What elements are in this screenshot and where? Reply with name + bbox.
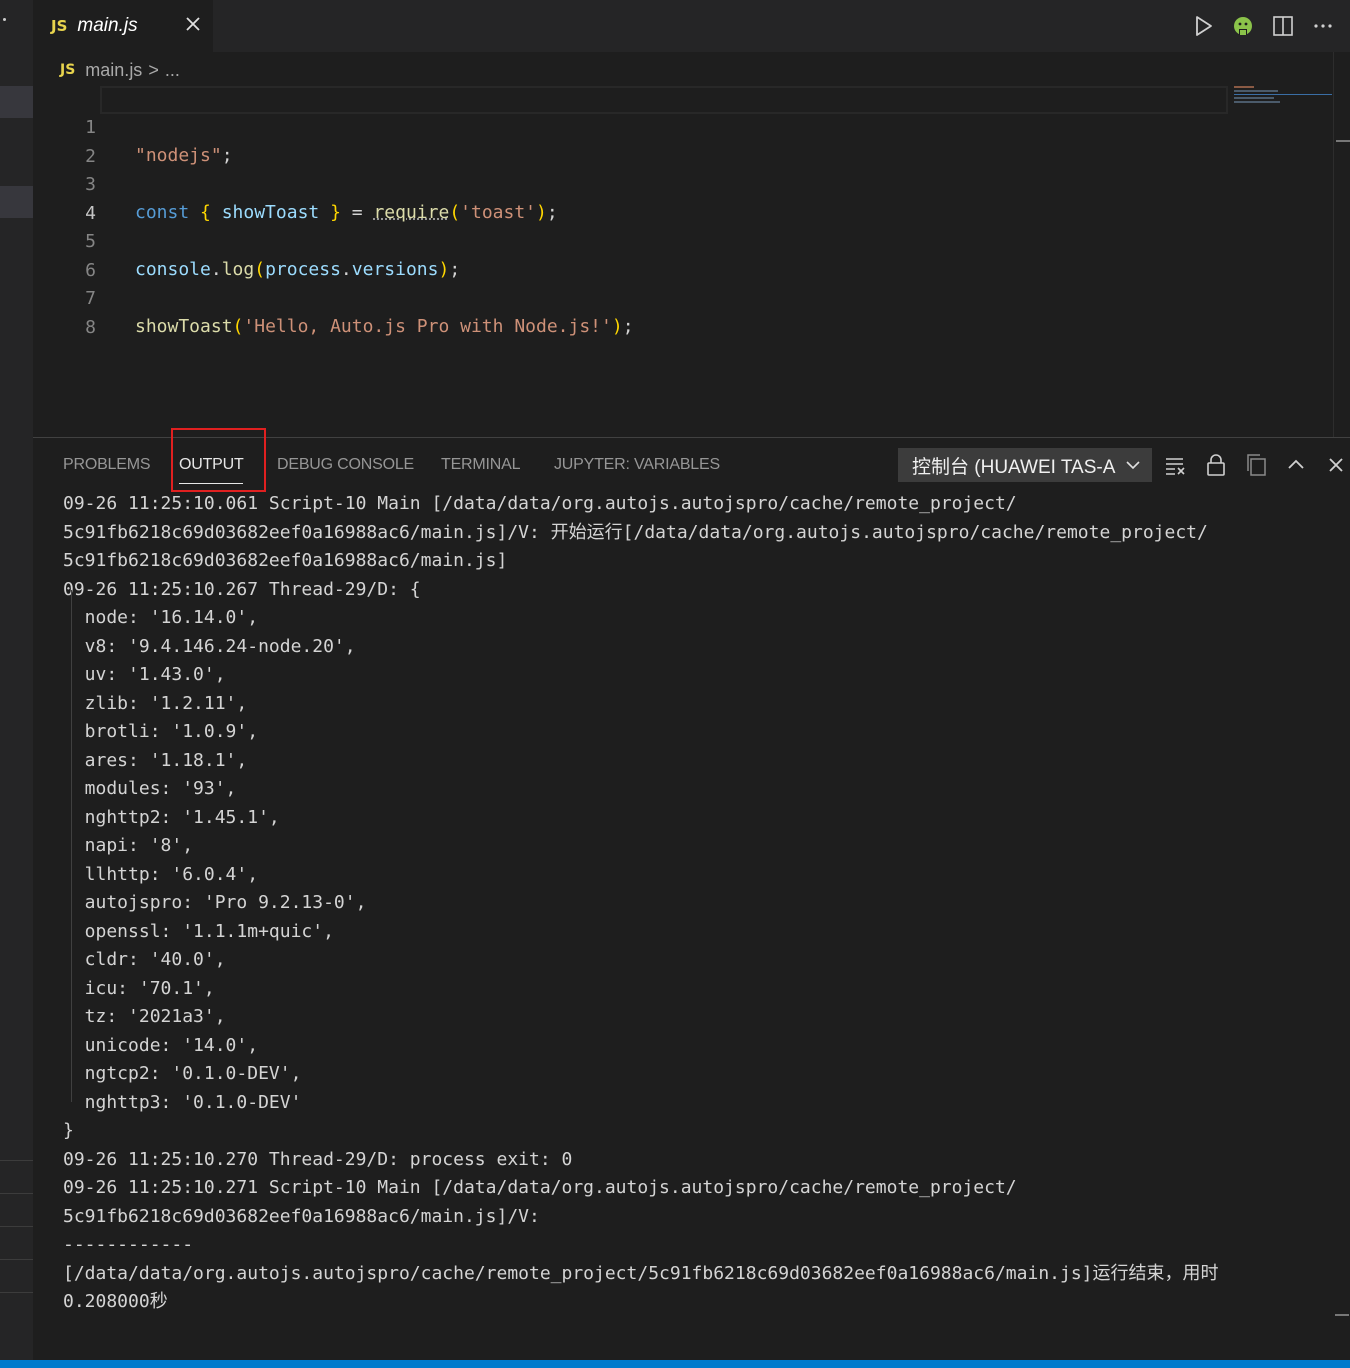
code-line: 7 showToast('Hello, Auto.js Pro with Nod… xyxy=(33,257,1233,337)
breadcrumb-separator: > xyxy=(148,59,159,80)
output-line: uv: '1.43.0', xyxy=(63,664,226,685)
breadcrumb-symbol[interactable]: ... xyxy=(165,60,180,81)
close-icon[interactable] xyxy=(181,12,205,36)
output-line: autojspro: 'Pro 9.2.13-0', xyxy=(63,892,367,913)
output-line: icu: '70.1', xyxy=(63,977,215,999)
js-file-icon: JS xyxy=(60,62,76,78)
sidebar-dot xyxy=(3,18,6,21)
output-line: nghttp2: '1.45.1', xyxy=(63,806,280,828)
tab-problems[interactable]: PROBLEMS xyxy=(63,456,151,474)
output-line: brotli: '1.0.9', xyxy=(63,721,259,742)
code-editor[interactable]: 1 "nodejs"; 2 3 const { showToast } = re… xyxy=(33,86,1333,436)
code-line: 8 xyxy=(33,286,1233,338)
panel-toolbar xyxy=(1163,452,1349,478)
output-line: napi: '8', xyxy=(63,835,194,856)
output-line: 09-26 11:25:10.271 Script-10 Main [/data… xyxy=(63,1177,1017,1198)
sidebar-selected-item[interactable] xyxy=(0,86,33,118)
output-line: tz: '2021a3', xyxy=(63,1006,226,1027)
output-line: v8: '9.4.146.24-node.20', xyxy=(63,635,356,657)
code-token: ( xyxy=(232,316,244,337)
copy-icon[interactable] xyxy=(1243,452,1269,478)
output-line: 09-26 11:25:10.061 Script-10 Main [/data… xyxy=(63,493,1017,514)
code-line: 4 xyxy=(33,172,1233,224)
output-line: 09-26 11:25:10.270 Thread-29/D: process … xyxy=(63,1148,573,1170)
code-token: 'Hello, Auto.js Pro with Node.js!' xyxy=(243,316,612,337)
lock-icon[interactable] xyxy=(1203,452,1229,478)
tab-terminal[interactable]: TERMINAL xyxy=(441,456,521,474)
output-line: ares: '1.18.1', xyxy=(63,749,248,771)
code-line: 2 xyxy=(33,115,1233,167)
tab-jupyter-variables[interactable]: JUPYTER: VARIABLES xyxy=(554,456,720,474)
output-line: 0.208000秒 xyxy=(63,1291,168,1312)
android-debug-icon[interactable] xyxy=(1230,12,1256,40)
code-line: 1 "nodejs"; xyxy=(33,86,1233,166)
output-line: 09-26 11:25:10.267 Thread-29/D: { xyxy=(63,578,421,600)
output-line: ------------ xyxy=(63,1234,194,1255)
minimap[interactable] xyxy=(1234,86,1332,106)
run-icon[interactable] xyxy=(1190,12,1216,40)
split-editor-icon[interactable] xyxy=(1270,12,1296,40)
chevron-up-icon[interactable] xyxy=(1283,452,1309,478)
output-line: modules: '93', xyxy=(63,778,237,799)
sidebar-divider xyxy=(0,1226,33,1227)
tab-debug-console[interactable]: DEBUG CONSOLE xyxy=(277,456,414,474)
output-channel-select[interactable]: 控制台 (HUAWEI TAS-A xyxy=(898,448,1152,482)
sidebar-divider xyxy=(0,1259,33,1260)
annotation-highlight-box xyxy=(171,428,266,492)
output-line: } xyxy=(63,1120,74,1141)
editor-tab-main-js[interactable]: JS main.js xyxy=(33,0,213,52)
code-line: 3 const { showToast } = require('toast')… xyxy=(33,143,1233,223)
panel-scrollbar[interactable] xyxy=(1333,492,1350,1361)
output-line: ngtcp2: '0.1.0-DEV', xyxy=(63,1063,302,1084)
line-number: 8 xyxy=(85,316,96,338)
code-token: showToast xyxy=(135,316,233,337)
editor-actions xyxy=(1190,12,1336,40)
scrollbar-marker xyxy=(1336,140,1350,142)
clear-output-icon[interactable] xyxy=(1163,452,1189,478)
status-bar xyxy=(0,1360,1350,1368)
breadcrumb: JS main.js > ... xyxy=(60,58,180,82)
output-line: llhttp: '6.0.4', xyxy=(63,863,259,885)
breadcrumb-file[interactable]: main.js xyxy=(85,60,142,81)
more-icon[interactable] xyxy=(1310,12,1336,40)
output-line: 5c91fb6218c69d03682eef0a16988ac6/main.js… xyxy=(63,1205,551,1227)
code-line: 6 xyxy=(33,229,1233,281)
sidebar-divider xyxy=(0,1193,33,1194)
output-log[interactable]: 09-26 11:25:10.061 Script-10 Main [/data… xyxy=(63,490,1323,1317)
output-line: 5c91fb6218c69d03682eef0a16988ac6/main.js… xyxy=(63,521,1208,543)
scrollbar-marker xyxy=(1335,1314,1349,1316)
output-channel-label: 控制台 (HUAWEI TAS-A xyxy=(912,456,1116,478)
sidebar-selected-item[interactable] xyxy=(0,186,33,218)
output-line: [/data/data/org.autojs.autojspro/cache/r… xyxy=(63,1262,1219,1284)
code-line: 5 console.log(process.versions); xyxy=(33,200,1233,280)
sidebar-divider xyxy=(0,1292,33,1293)
sidebar-edge xyxy=(0,0,33,1360)
editor-tab-label: main.js xyxy=(77,15,138,36)
bottom-panel: PROBLEMS OUTPUT DEBUG CONSOLE TERMINAL J… xyxy=(33,428,1350,1361)
code-token: ; xyxy=(622,316,634,337)
editor-tab-bar: JS main.js xyxy=(33,0,1350,52)
code-token: ) xyxy=(611,316,623,337)
output-line: unicode: '14.0', xyxy=(63,1034,259,1056)
editor-scrollbar[interactable] xyxy=(1333,52,1350,437)
indent-guide xyxy=(71,590,72,1102)
panel-close-icon[interactable] xyxy=(1323,452,1349,478)
chevron-down-icon xyxy=(1124,456,1142,474)
js-file-icon: JS xyxy=(51,17,68,35)
output-line: node: '16.14.0', xyxy=(63,607,259,628)
output-line: zlib: '1.2.11', xyxy=(63,692,248,714)
output-line: cldr: '40.0', xyxy=(63,949,226,970)
output-line: 5c91fb6218c69d03682eef0a16988ac6/main.js… xyxy=(63,550,508,571)
panel-tabs: PROBLEMS OUTPUT DEBUG CONSOLE TERMINAL J… xyxy=(33,428,893,492)
output-line: openssl: '1.1.1m+quic', xyxy=(63,920,334,942)
sidebar-divider xyxy=(0,1160,33,1161)
output-line: nghttp3: '0.1.0-DEV' xyxy=(63,1091,302,1113)
